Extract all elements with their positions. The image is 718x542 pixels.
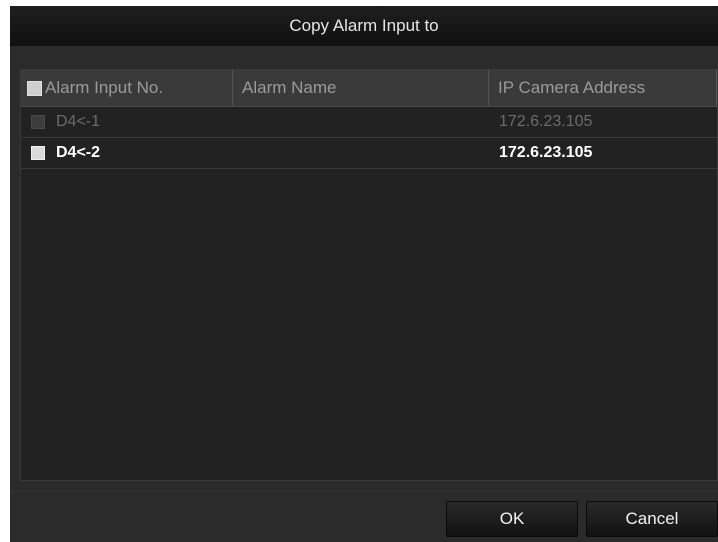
- alarm-input-no: D4<-2: [56, 144, 101, 161]
- dialog-title: Copy Alarm Input to: [10, 6, 718, 46]
- footer-divider: [10, 491, 718, 492]
- column-header-alarm-name: Alarm Name: [233, 70, 489, 106]
- alarm-input-table: Alarm Input No. Alarm Name IP Camera Add…: [20, 69, 718, 481]
- row-checkbox[interactable]: [31, 146, 45, 160]
- select-all-checkbox[interactable]: [27, 80, 42, 96]
- copy-alarm-input-dialog: Copy Alarm Input to Alarm Input No. Alar…: [10, 6, 718, 542]
- ip-camera-address: 172.6.23.105: [499, 144, 593, 161]
- column-header-label: Alarm Name: [242, 78, 337, 97]
- column-header-label: Alarm Input No.: [45, 78, 164, 97]
- ip-camera-address: 172.6.23.105: [499, 113, 593, 130]
- alarm-input-no: D4<-1: [56, 113, 101, 130]
- ok-button[interactable]: OK: [446, 501, 578, 537]
- alarm-input-no-cell: D4<-1: [31, 107, 100, 137]
- column-header-label: IP Camera Address: [498, 78, 646, 97]
- cancel-button[interactable]: Cancel: [586, 501, 718, 537]
- column-header-ip-camera-address: IP Camera Address: [489, 70, 717, 106]
- table-row: D4<-1 172.6.23.105: [21, 107, 717, 138]
- alarm-input-no-cell: D4<-2: [31, 138, 100, 168]
- dialog-title-text: Copy Alarm Input to: [289, 16, 439, 35]
- ip-camera-address-cell: 172.6.23.105: [499, 138, 592, 168]
- row-checkbox: [31, 115, 45, 129]
- column-header-alarm-input-no: Alarm Input No.: [21, 70, 233, 106]
- table-row[interactable]: D4<-2 172.6.23.105: [21, 138, 717, 169]
- table-header: Alarm Input No. Alarm Name IP Camera Add…: [21, 70, 717, 107]
- ip-camera-address-cell: 172.6.23.105: [499, 107, 592, 137]
